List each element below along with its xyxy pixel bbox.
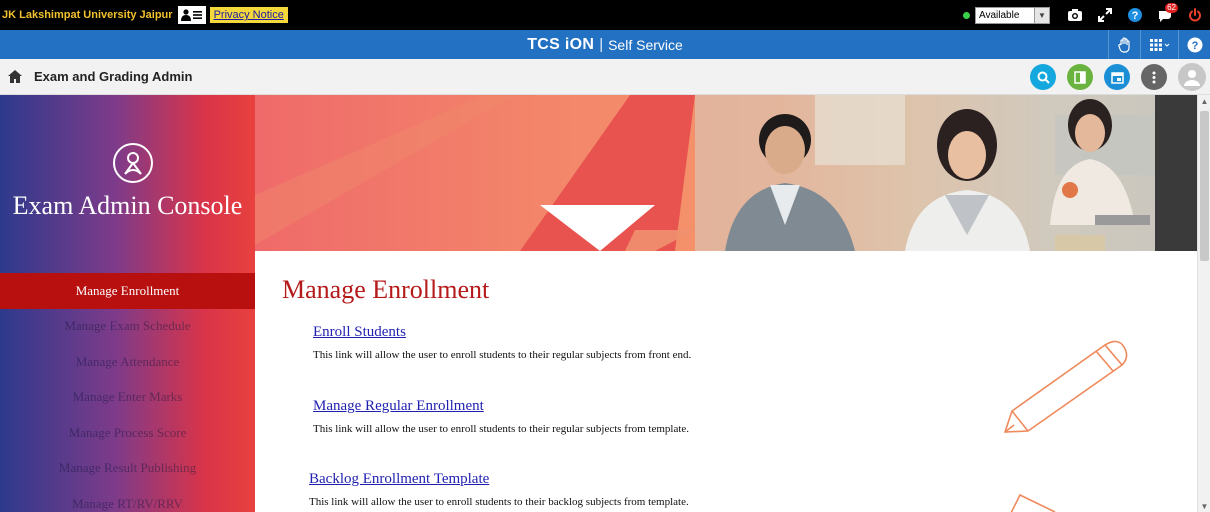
sidebar-item-manage-rt-rv-rrv[interactable]: Manage RT/RV/RRV xyxy=(0,486,255,512)
help-icon[interactable]: ? xyxy=(1120,0,1150,30)
top-bar: JK Lakshimpat University Jaipur Privacy … xyxy=(0,0,1210,30)
status-value: Available xyxy=(979,9,1020,21)
brand: TCS iON | Self Service xyxy=(0,30,1210,59)
notification-badge: 62 xyxy=(1165,3,1178,13)
sidebar: Exam Admin Console Manage Enrollment Man… xyxy=(0,95,255,512)
calendar-icon[interactable] xyxy=(1104,64,1130,90)
camera-icon[interactable] xyxy=(1060,0,1090,30)
sidebar-item-manage-enrollment[interactable]: Manage Enrollment xyxy=(0,273,255,309)
expand-icon[interactable] xyxy=(1090,0,1120,30)
tcs-ion-logo: TCS iON xyxy=(527,35,595,53)
sidebar-item-manage-enter-marks[interactable]: Manage Enter Marks xyxy=(0,380,255,416)
sidebar-menu: Manage Enrollment Manage Exam Schedule M… xyxy=(0,273,255,512)
chevron-down-icon[interactable]: ▼ xyxy=(1034,7,1049,23)
home-icon[interactable] xyxy=(0,59,30,95)
help-icon[interactable]: ? xyxy=(1178,30,1210,59)
scroll-up-icon[interactable]: ▲ xyxy=(1198,95,1210,107)
pencil-illustration-icon xyxy=(1003,340,1128,433)
status-select[interactable]: Available ▼ xyxy=(975,6,1050,24)
avatar-icon[interactable] xyxy=(1178,63,1206,91)
manage-regular-enrollment-link[interactable]: Manage Regular Enrollment xyxy=(313,398,484,415)
brand-bar: TCS iON | Self Service ? xyxy=(0,30,1210,59)
sidebar-item-manage-attendance[interactable]: Manage Attendance xyxy=(0,344,255,380)
scroll-down-icon[interactable]: ▼ xyxy=(1198,500,1210,512)
notification-icon[interactable]: 62 xyxy=(1150,0,1180,30)
console-user-icon xyxy=(113,143,153,183)
backlog-enrollment-template-description: This link will allow the user to enroll … xyxy=(309,496,689,508)
manage-regular-enrollment-description: This link will allow the user to enroll … xyxy=(313,423,690,435)
svg-text:?: ? xyxy=(1191,40,1198,52)
section-title: Manage Enrollment xyxy=(282,275,490,304)
brand-subtitle: Self Service xyxy=(608,36,683,53)
page-title: Exam and Grading Admin xyxy=(34,69,193,84)
pencil-illustration-icon xyxy=(1010,493,1056,512)
power-icon[interactable] xyxy=(1180,0,1210,30)
enroll-students-description: This link will allow the user to enroll … xyxy=(313,349,692,361)
search-icon[interactable] xyxy=(1030,64,1056,90)
status-online-icon xyxy=(963,11,970,19)
hand-icon[interactable] xyxy=(1108,30,1140,59)
sidebar-item-manage-result-publishing[interactable]: Manage Result Publishing xyxy=(0,451,255,487)
top-bar-actions: Available ▼ ? 62 xyxy=(963,0,1210,30)
scroll-thumb[interactable] xyxy=(1200,111,1209,261)
scrollbar[interactable]: ▲ ▼ xyxy=(1197,95,1210,512)
breadcrumb: Exam and Grading Admin xyxy=(0,59,1210,95)
more-icon[interactable] xyxy=(1141,64,1167,90)
user-card-icon[interactable] xyxy=(177,6,206,24)
main-content: Manage Enrollment Enroll Students This l… xyxy=(255,251,1197,512)
enroll-students-link[interactable]: Enroll Students xyxy=(313,324,406,341)
svg-text:?: ? xyxy=(1132,10,1139,22)
console-title: Exam Admin Console xyxy=(12,191,243,220)
breadcrumb-actions xyxy=(1030,59,1210,95)
grid-apps-icon[interactable] xyxy=(1140,30,1178,59)
brand-bar-actions: ? xyxy=(1108,30,1210,59)
org-name: JK Lakshimpat University Jaipur xyxy=(2,9,173,21)
sidebar-item-manage-exam-schedule[interactable]: Manage Exam Schedule xyxy=(0,309,255,345)
banner-image xyxy=(255,95,1197,251)
backlog-enrollment-template-link[interactable]: Backlog Enrollment Template xyxy=(309,471,489,488)
panel-icon[interactable] xyxy=(1067,64,1093,90)
brand-separator: | xyxy=(599,36,604,53)
privacy-notice-link[interactable]: Privacy Notice xyxy=(209,7,288,23)
sidebar-item-manage-process-score[interactable]: Manage Process Score xyxy=(0,415,255,451)
